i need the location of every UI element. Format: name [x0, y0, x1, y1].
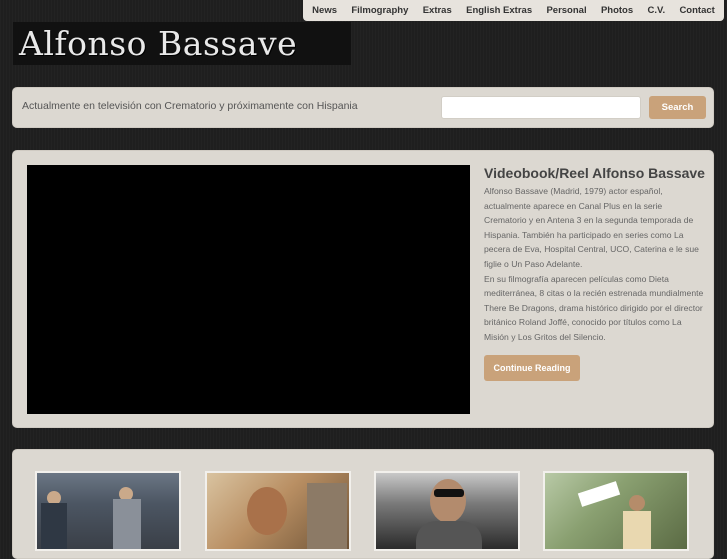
nav-item-photos[interactable]: Photos: [601, 5, 633, 16]
gallery-thumbnail[interactable]: [205, 471, 351, 551]
nav-item-extras[interactable]: Extras: [423, 5, 452, 16]
gallery-thumbnail[interactable]: [543, 471, 689, 551]
nav-item-cv[interactable]: C.V.: [647, 5, 665, 16]
featured-video-panel: Videobook/Reel Alfonso Bassave Alfonso B…: [12, 150, 714, 428]
site-logo[interactable]: Alfonso Bassave: [13, 22, 351, 65]
gallery-thumbnail[interactable]: [374, 471, 520, 551]
video-player[interactable]: [27, 165, 470, 414]
gallery-thumbnail[interactable]: [35, 471, 181, 551]
continue-reading-button[interactable]: Continue Reading: [484, 355, 580, 381]
photo-gallery: [12, 449, 714, 559]
feature-paragraph: En su filmografía aparecen películas com…: [484, 273, 704, 342]
top-navigation: News Filmography Extras English Extras P…: [303, 0, 724, 21]
announcement-bar: Actualmente en televisión con Crematorio…: [12, 87, 714, 128]
nav-item-personal[interactable]: Personal: [546, 5, 586, 16]
announcement-text: Actualmente en televisión con Crematorio…: [22, 100, 358, 112]
search-input[interactable]: [441, 96, 641, 119]
site-logo-text: Alfonso Bassave: [19, 24, 298, 63]
feature-title: Videobook/Reel Alfonso Bassave: [484, 165, 705, 181]
nav-item-contact[interactable]: Contact: [679, 5, 714, 16]
nav-item-english-extras[interactable]: English Extras: [466, 5, 532, 16]
feature-description: Alfonso Bassave (Madrid, 1979) actor esp…: [484, 184, 706, 345]
feature-paragraph: Alfonso Bassave (Madrid, 1979) actor esp…: [484, 186, 699, 269]
nav-item-news[interactable]: News: [312, 5, 337, 16]
nav-item-filmography[interactable]: Filmography: [351, 5, 408, 16]
search-button[interactable]: Search: [649, 96, 706, 119]
